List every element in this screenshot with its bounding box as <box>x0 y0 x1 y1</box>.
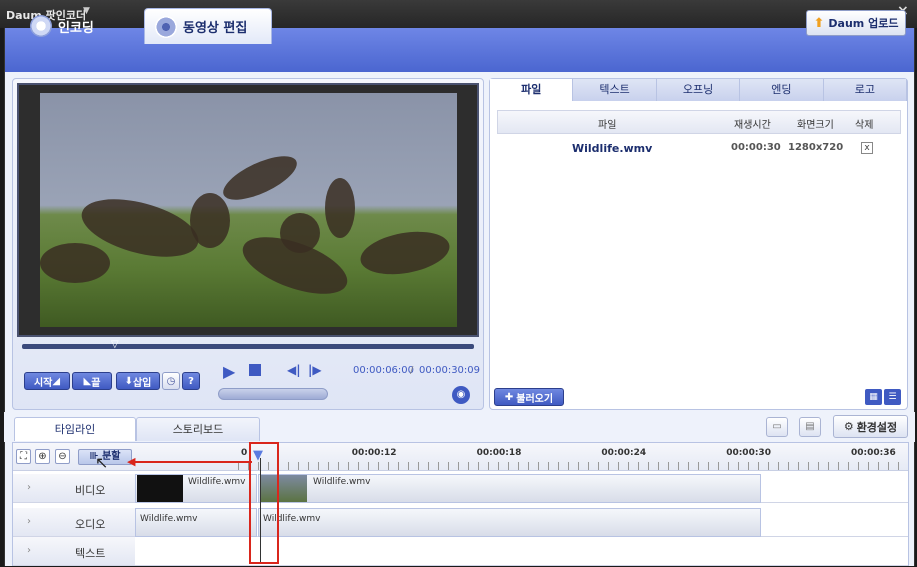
video-edit-icon <box>155 15 177 38</box>
video-clip-label: Wildlife.wmv <box>188 477 246 487</box>
insert-label: 삽입 <box>132 377 152 389</box>
play-button[interactable]: ▶ <box>223 362 235 381</box>
tab-text[interactable]: 텍스트 <box>573 79 657 101</box>
annotation-arrowhead-icon: ◀ <box>127 455 136 468</box>
fit-to-window-icon[interactable]: ⛶ <box>16 449 31 464</box>
expand-chevron-icon[interactable]: › <box>27 516 31 527</box>
file-list-header <box>497 110 901 134</box>
folder-icon[interactable]: ▭ <box>766 417 788 437</box>
ruler-tick-label: 00:00:12 <box>351 448 397 458</box>
file-row-duration: 00:00:30 <box>731 142 781 153</box>
seek-thumb-icon[interactable]: ▽ <box>111 339 124 350</box>
help-label: ? <box>188 375 194 387</box>
current-time: 00:00:06:00 <box>353 365 415 376</box>
audio-clip[interactable] <box>258 508 761 537</box>
tab-storyboard[interactable]: 스토리보드 <box>136 417 260 441</box>
tab-video-edit[interactable]: 동영상 편집 <box>144 8 272 44</box>
zoom-out-icon[interactable]: ⊖ <box>55 449 70 464</box>
zoom-in-icon[interactable]: ⊕ <box>35 449 50 464</box>
ruler-tick-label: 00:00:36 <box>851 448 896 458</box>
expand-chevron-icon[interactable]: › <box>27 545 31 556</box>
title-bar <box>0 0 917 28</box>
delete-file-button[interactable]: x <box>861 142 873 154</box>
tab-timeline[interactable]: 타임라인 <box>14 417 136 441</box>
grid-view-icon[interactable]: ▦ <box>865 389 882 405</box>
annotation-highlight-box <box>249 442 279 564</box>
insert-button[interactable]: ⬇ 삽입 <box>116 372 160 390</box>
annotation-arrow <box>134 461 252 463</box>
ruler-tick-label: 0 <box>241 448 248 458</box>
tab-file[interactable]: 파일 <box>490 79 574 101</box>
time-separator: / <box>410 365 414 376</box>
column-duration[interactable]: 재생시간 <box>734 116 771 131</box>
seek-bar[interactable] <box>22 344 474 349</box>
end-marker-icon: ◣ <box>83 375 92 387</box>
tab-encoding[interactable]: 인코딩 <box>20 8 128 44</box>
ruler-tick-label: 00:00:24 <box>601 448 647 458</box>
video-preview-image <box>40 93 457 327</box>
list-view-icon[interactable]: ☰ <box>884 389 901 405</box>
track-video[interactable]: › 비디오 <box>13 474 135 503</box>
daum-upload-label: Daum 업로드 <box>828 17 899 30</box>
expand-chevron-icon[interactable]: › <box>27 482 31 493</box>
tab-logo[interactable]: 로고 <box>824 79 908 101</box>
track-text-label: 텍스트 <box>75 547 106 560</box>
total-time: 00:00:30:09 <box>419 365 481 376</box>
upload-arrow-icon: ⬆ <box>813 15 825 31</box>
set-end-button[interactable]: ◣ 끝 <box>72 372 112 390</box>
clock-button[interactable]: ◷ <box>162 372 180 390</box>
tab-opening[interactable]: 오프닝 <box>657 79 741 101</box>
daum-upload-button[interactable]: ⬆ Daum 업로드 <box>806 10 906 36</box>
clock-icon: ◷ <box>166 375 176 387</box>
column-delete[interactable]: 삭제 <box>855 116 873 131</box>
column-file[interactable]: 파일 <box>598 116 616 131</box>
tab-ending[interactable]: 엔딩 <box>740 79 824 101</box>
ruler-tick-label: 00:00:18 <box>476 448 522 458</box>
file-row-name[interactable]: Wildlife.wmv <box>572 142 652 155</box>
start-marker-icon: ◢ <box>52 375 61 387</box>
next-frame-button[interactable]: |▶ <box>308 363 322 377</box>
track-audio[interactable]: › 오디오 <box>13 508 135 537</box>
video-clip-label: Wildlife.wmv <box>313 477 371 487</box>
help-button[interactable]: ? <box>182 372 200 390</box>
load-file-label: 불러오기 <box>516 393 554 405</box>
track-video-label: 비디오 <box>75 484 106 497</box>
track-audio-label: 오디오 <box>75 518 106 531</box>
load-file-button[interactable]: ✚ 불러오기 <box>494 388 564 406</box>
audio-clip-label: Wildlife.wmv <box>140 514 198 524</box>
settings-label: 환경설정 <box>856 420 898 434</box>
set-start-label: 시작 <box>33 377 53 389</box>
set-start-button[interactable]: 시작 ◢ <box>24 372 70 390</box>
previous-frame-button[interactable]: ◀| <box>287 363 301 377</box>
main-tab-bar <box>4 28 915 72</box>
speaker-icon[interactable]: ◉ <box>452 386 470 404</box>
tab-encoding-label: 인코딩 <box>58 20 94 36</box>
save-icon[interactable]: ▤ <box>799 417 821 437</box>
set-end-label: 끝 <box>91 377 101 389</box>
stop-button[interactable] <box>249 364 261 376</box>
right-tab-bar: 파일 텍스트 오프닝 엔딩 로고 <box>490 79 908 101</box>
column-resolution[interactable]: 화면크기 <box>797 116 834 131</box>
settings-button[interactable]: ⚙ 환경설정 <box>833 415 908 438</box>
gear-icon: ⚙ <box>843 420 854 433</box>
file-row-resolution: 1280x720 <box>788 142 844 153</box>
plus-icon: ✚ <box>504 391 514 403</box>
track-text[interactable]: › 텍스트 <box>13 537 135 566</box>
clip-thumbnail <box>137 475 183 502</box>
mouse-pointer-icon: ↖ <box>95 453 109 472</box>
tab-edit-label: 동영상 편집 <box>183 21 248 36</box>
insert-down-icon: ⬇ <box>124 375 133 387</box>
ruler-tick-label: 00:00:30 <box>726 448 771 458</box>
volume-slider[interactable] <box>218 388 328 400</box>
film-reel-icon <box>30 15 52 37</box>
ruler-ticks <box>238 462 908 470</box>
